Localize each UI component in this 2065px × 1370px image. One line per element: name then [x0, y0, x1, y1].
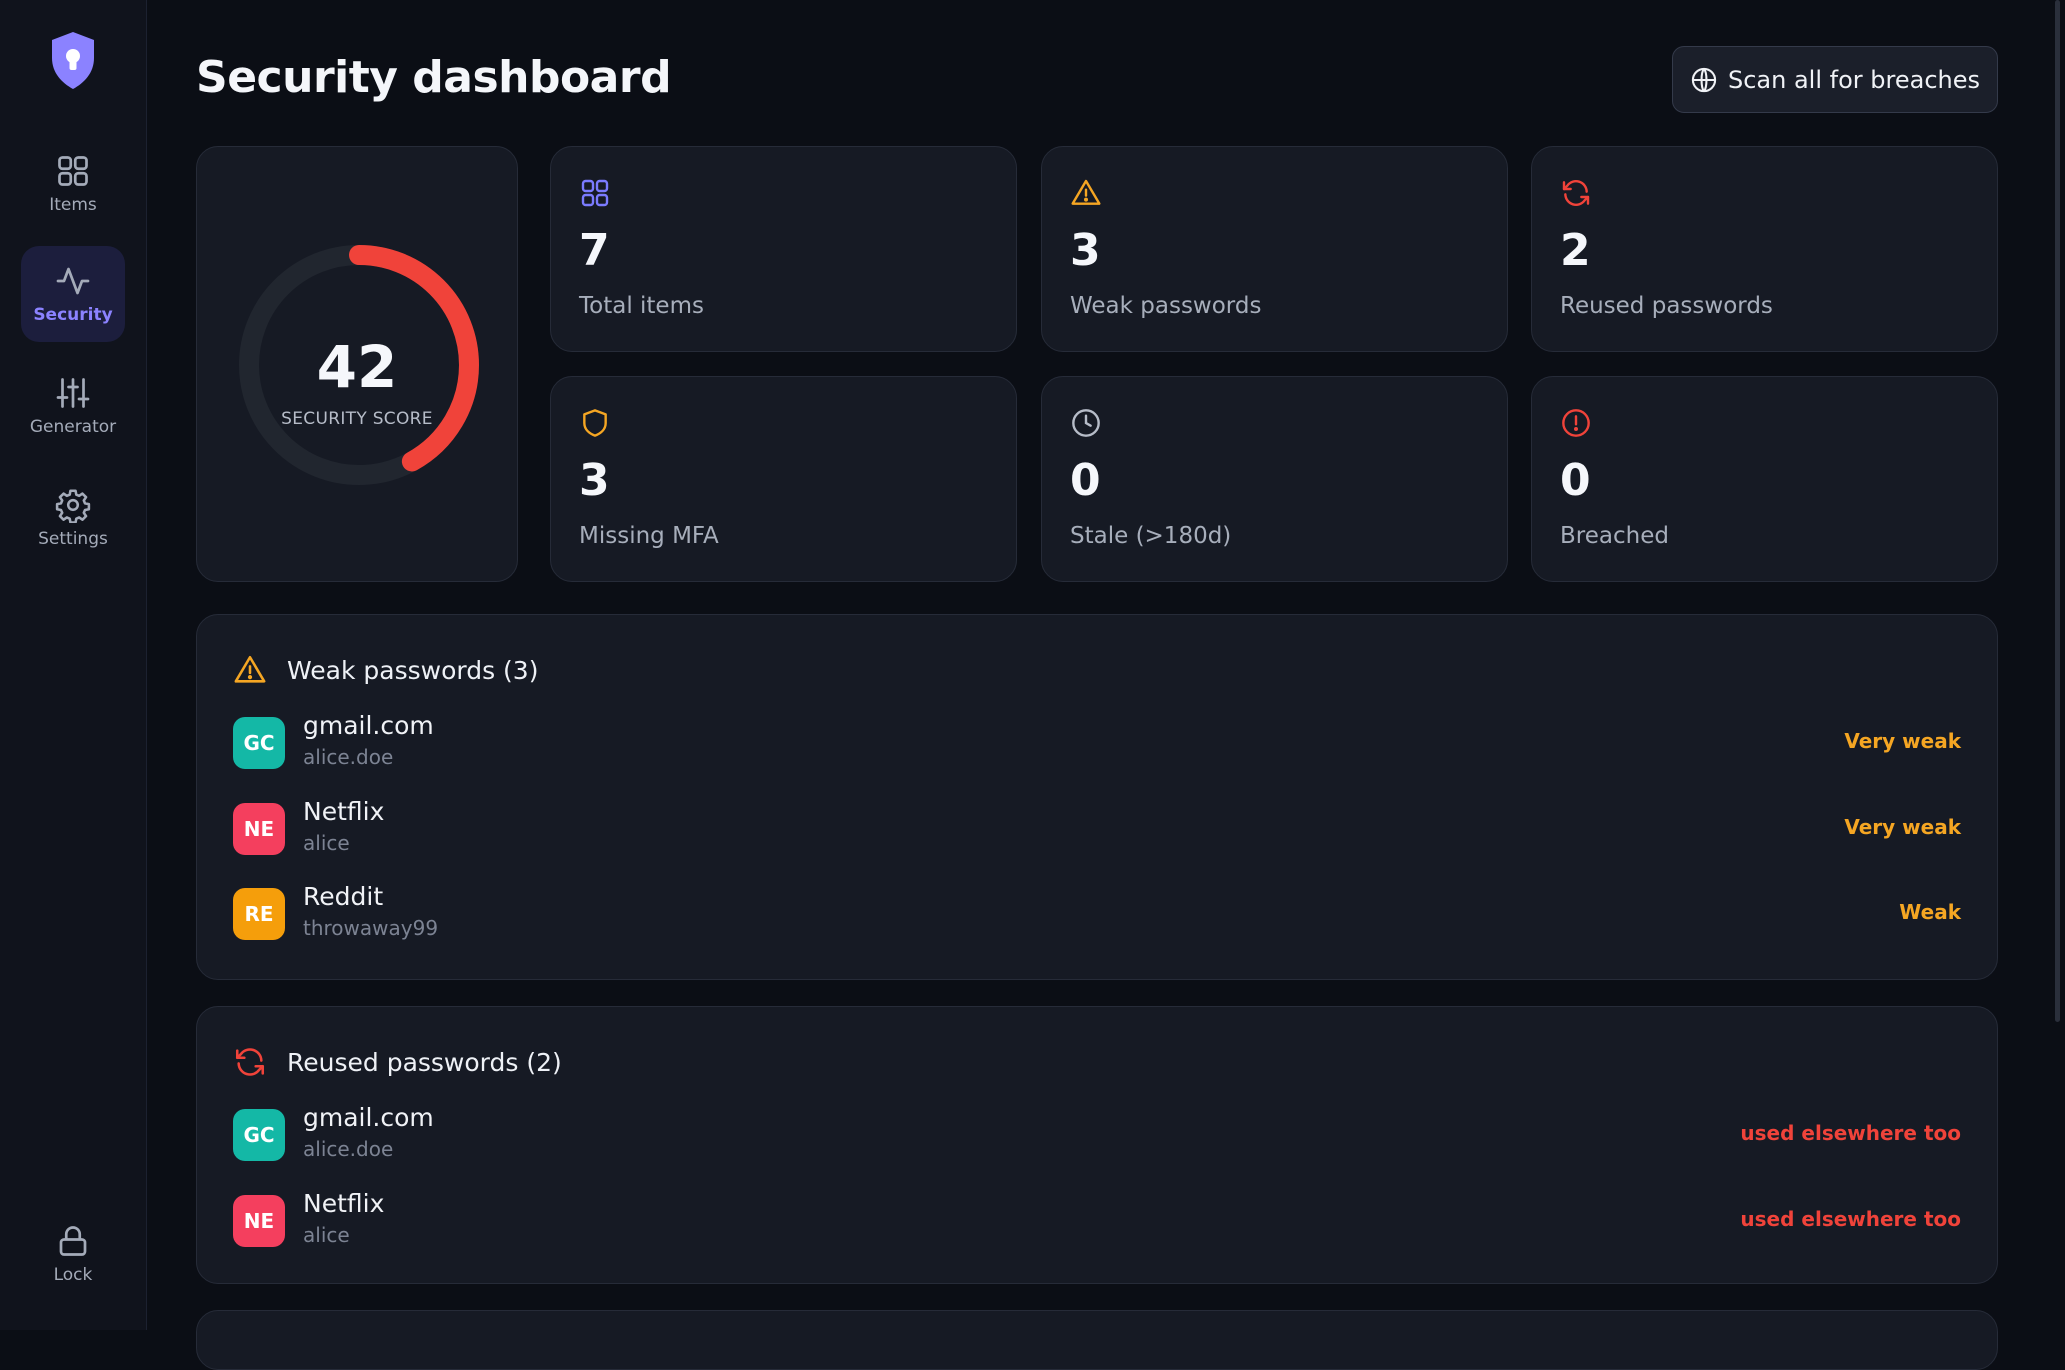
- avatar: GC: [233, 1109, 285, 1161]
- stat-value: 2: [1560, 225, 1591, 276]
- avatar: NE: [233, 1195, 285, 1247]
- weak-passwords-title: Weak passwords (3): [287, 655, 539, 685]
- sidebar-item-label: Security: [33, 305, 113, 325]
- gear-icon: [55, 489, 91, 523]
- refresh-icon: [235, 1048, 265, 1076]
- scan-breaches-button[interactable]: Scan all for breaches: [1672, 46, 1998, 113]
- stat-label: Total items: [579, 293, 704, 319]
- avatar: NE: [233, 803, 285, 855]
- activity-icon: [56, 267, 90, 295]
- warning-icon: [1071, 179, 1101, 205]
- sidebar: Items Security Generator Settings Lock: [0, 0, 147, 1330]
- sidebar-item-label: Settings: [38, 529, 108, 549]
- item-name: Netflix: [303, 1189, 385, 1218]
- sidebar-item-generator[interactable]: Generator: [21, 358, 125, 454]
- sidebar-item-security[interactable]: Security: [21, 246, 125, 342]
- security-score-value: 42: [316, 333, 398, 401]
- reuse-badge: used elsewhere too: [1740, 1207, 1961, 1231]
- stat-value: 0: [1070, 455, 1101, 506]
- grid-icon: [581, 179, 609, 207]
- sidebar-item-settings[interactable]: Settings: [21, 470, 125, 566]
- globe-icon: [1691, 67, 1717, 92]
- stat-label: Weak passwords: [1070, 293, 1262, 319]
- item-username: throwaway99: [303, 916, 439, 940]
- sidebar-item-items[interactable]: Items: [21, 136, 125, 232]
- strength-badge: Very weak: [1844, 815, 1961, 839]
- stat-label: Breached: [1560, 523, 1669, 549]
- security-score-label: SECURITY SCORE: [281, 409, 433, 429]
- stat-label: Reused passwords: [1560, 293, 1773, 319]
- reused-passwords-title: Reused passwords (2): [287, 1047, 562, 1077]
- stat-label: Missing MFA: [579, 523, 719, 549]
- scan-breaches-label: Scan all for breaches: [1728, 65, 1980, 94]
- reused-password-row[interactable]: NE Netflix alice used elsewhere too: [233, 1189, 1961, 1259]
- weak-password-row[interactable]: GC gmail.com alice.doe Very weak: [233, 711, 1961, 781]
- stat-card-missing-mfa[interactable]: 3 Missing MFA: [550, 376, 1017, 582]
- item-username: alice.doe: [303, 1137, 394, 1161]
- strength-badge: Weak: [1899, 900, 1961, 924]
- reused-password-row[interactable]: GC gmail.com alice.doe used elsewhere to…: [233, 1103, 1961, 1173]
- stat-value: 3: [1070, 225, 1101, 276]
- item-name: gmail.com: [303, 1103, 434, 1132]
- refresh-icon: [1562, 180, 1590, 206]
- lock-button[interactable]: Lock: [21, 1206, 125, 1302]
- avatar: GC: [233, 717, 285, 769]
- stat-card-reused-passwords[interactable]: 2 Reused passwords: [1531, 146, 1998, 352]
- page-title: Security dashboard: [196, 52, 672, 103]
- item-username: alice.doe: [303, 745, 394, 769]
- stat-value: 0: [1560, 455, 1591, 506]
- item-name: gmail.com: [303, 711, 434, 740]
- stat-value: 7: [579, 225, 610, 276]
- item-name: Netflix: [303, 797, 385, 826]
- security-score-card: 42 SECURITY SCORE: [196, 146, 518, 582]
- next-panel: [196, 1310, 1998, 1370]
- stat-card-weak-passwords[interactable]: 3 Weak passwords: [1041, 146, 1508, 352]
- strength-badge: Very weak: [1844, 729, 1961, 753]
- sliders-icon: [56, 378, 90, 408]
- sidebar-item-label: Generator: [29, 417, 117, 437]
- lock-label: Lock: [53, 1265, 93, 1285]
- stat-card-breached[interactable]: 0 Breached: [1531, 376, 1998, 582]
- alert-circle-icon: [1562, 409, 1590, 437]
- scrollbar-thumb[interactable]: [2055, 0, 2060, 1022]
- reused-passwords-header: Reused passwords (2): [233, 1045, 562, 1079]
- grid-icon: [58, 156, 88, 186]
- lock-icon: [59, 1226, 87, 1256]
- vault-shield-logo-icon: [49, 30, 97, 92]
- reused-passwords-panel: Reused passwords (2) GC gmail.com alice.…: [196, 1006, 1998, 1284]
- weak-passwords-panel: Weak passwords (3) GC gmail.com alice.do…: [196, 614, 1998, 980]
- weak-passwords-header: Weak passwords (3): [233, 653, 538, 687]
- stat-label: Stale (>180d): [1070, 523, 1232, 549]
- item-username: alice: [303, 1223, 350, 1247]
- item-username: alice: [303, 831, 350, 855]
- stat-card-stale[interactable]: 0 Stale (>180d): [1041, 376, 1508, 582]
- sidebar-item-label: Items: [49, 195, 97, 215]
- shield-icon: [583, 409, 607, 437]
- warning-icon: [234, 655, 266, 683]
- stat-card-total-items[interactable]: 7 Total items: [550, 146, 1017, 352]
- item-name: Reddit: [303, 882, 384, 911]
- stat-value: 3: [579, 455, 610, 506]
- clock-icon: [1072, 409, 1100, 437]
- avatar: RE: [233, 888, 285, 940]
- reuse-badge: used elsewhere too: [1740, 1121, 1961, 1145]
- weak-password-row[interactable]: NE Netflix alice Very weak: [233, 797, 1961, 867]
- weak-password-row[interactable]: RE Reddit throwaway99 Weak: [233, 882, 1961, 952]
